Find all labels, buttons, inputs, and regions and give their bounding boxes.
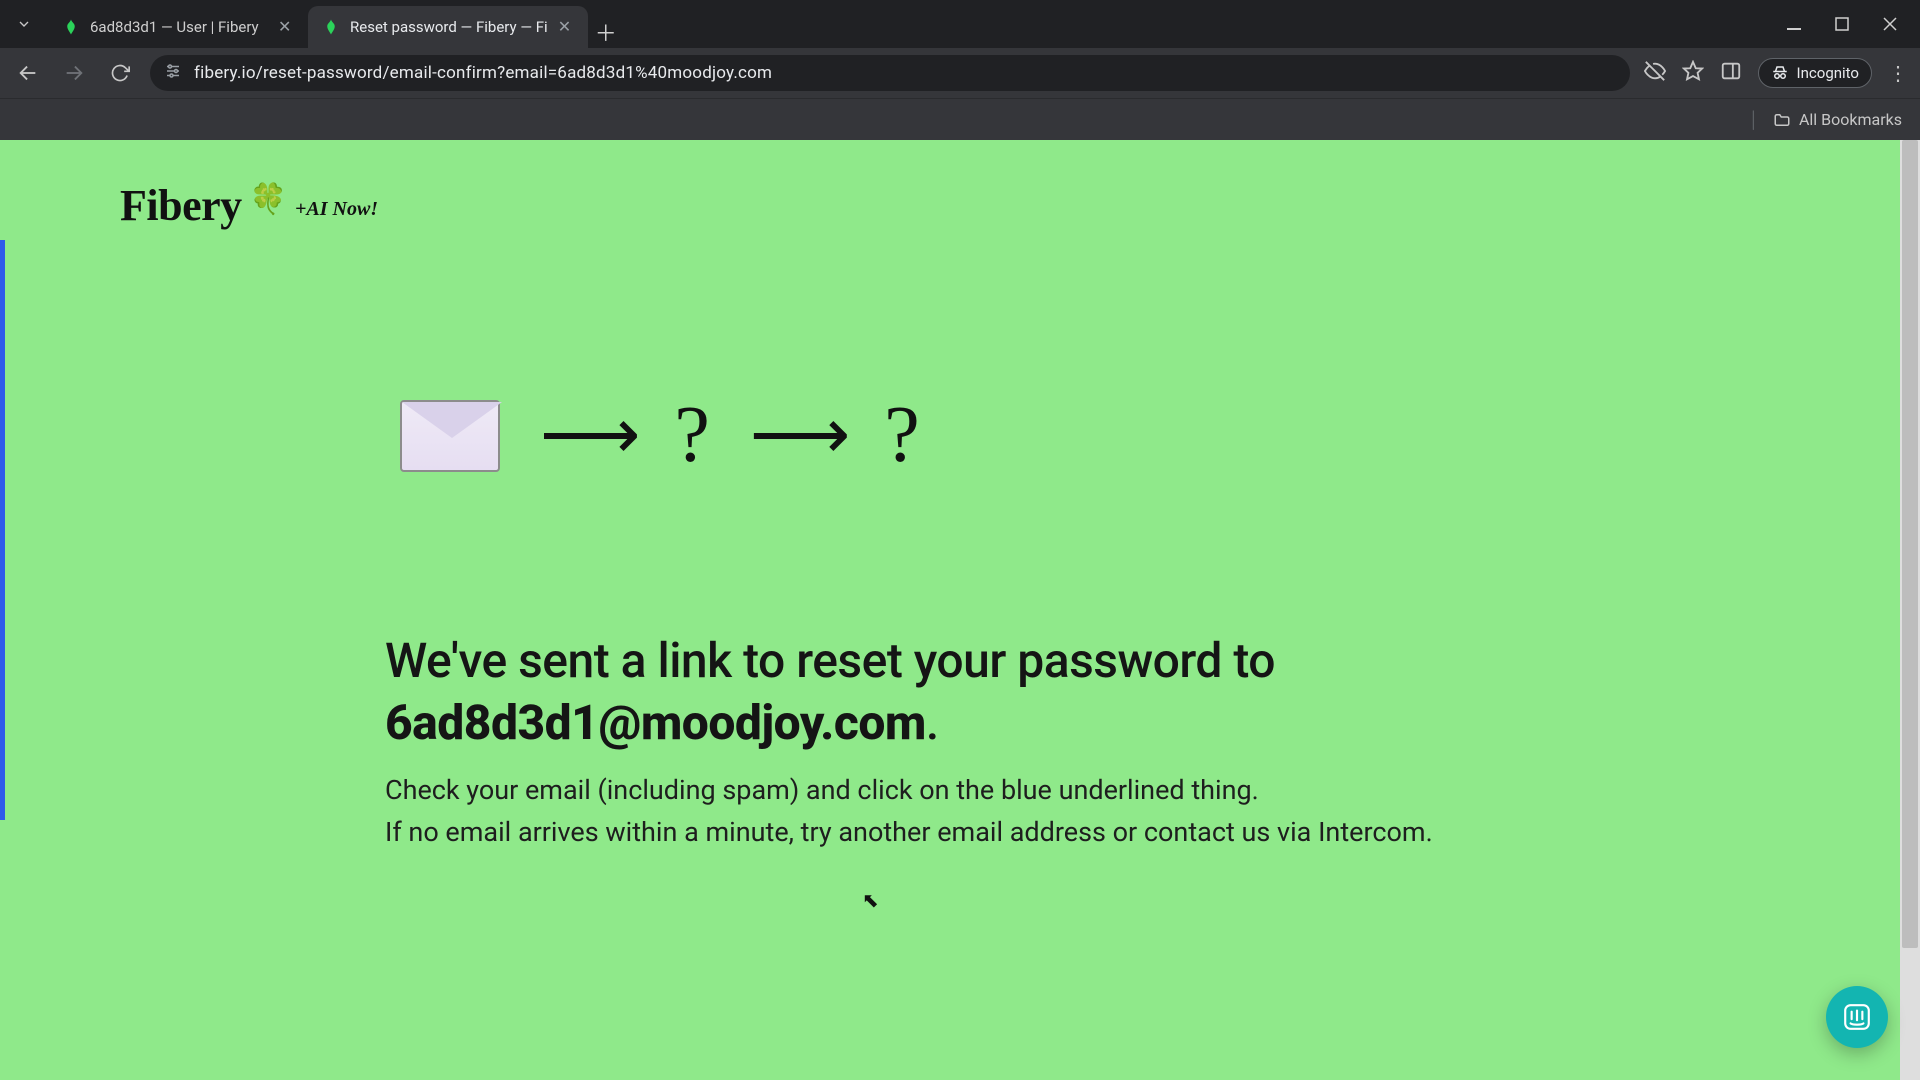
- heading-email: 6ad8d3d1@moodjoy.com: [385, 694, 926, 751]
- all-bookmarks-button[interactable]: All Bookmarks: [1773, 110, 1902, 129]
- instruction-line-2: If no email arrives within a minute, try…: [385, 812, 1720, 854]
- tab-active-reset-password[interactable]: Reset password — Fibery — Fi ✕: [308, 6, 588, 48]
- confirmation-heading: We've sent a link to reset your password…: [385, 630, 1720, 755]
- intercom-icon: [1842, 1002, 1872, 1032]
- tab-close-icon[interactable]: ✕: [278, 19, 294, 35]
- logo-wordmark: Fibery: [120, 180, 242, 231]
- address-bar[interactable]: fibery.io/reset-password/email-confirm?e…: [150, 55, 1630, 91]
- logo-ai-badge: +AI Now!: [295, 198, 378, 221]
- window-controls: [1784, 0, 1920, 48]
- nav-back-button[interactable]: [12, 57, 44, 89]
- toolbar: fibery.io/reset-password/email-confirm?e…: [0, 48, 1920, 98]
- nav-reload-button[interactable]: [104, 57, 136, 89]
- nav-forward-button[interactable]: [58, 57, 90, 89]
- favicon-fibery: [322, 18, 340, 36]
- chrome-menu-icon[interactable]: ⋮: [1888, 61, 1908, 85]
- tab-title: Reset password — Fibery — Fi: [350, 18, 548, 36]
- folder-icon: [1773, 111, 1791, 129]
- left-accent-bar: [0, 240, 5, 820]
- incognito-label: Incognito: [1797, 64, 1859, 82]
- new-tab-button[interactable]: ＋: [588, 16, 624, 48]
- envelope-icon: [400, 400, 500, 472]
- url-text: fibery.io/reset-password/email-confirm?e…: [194, 63, 772, 83]
- heading-prefix: We've sent a link to reset your password…: [385, 632, 1275, 689]
- tab-strip: 6ad8d3d1 — User | Fibery ✕ Reset passwor…: [48, 0, 624, 48]
- favicon-fibery: [62, 18, 80, 36]
- window-close-icon[interactable]: [1880, 14, 1900, 34]
- bookmark-star-icon[interactable]: [1682, 60, 1704, 86]
- tab-title: 6ad8d3d1 — User | Fibery: [90, 18, 268, 36]
- arrow-icon: ⟶: [750, 401, 844, 471]
- question-mark-icon: ?: [884, 390, 920, 481]
- mouse-cursor-icon: ⬉: [862, 888, 879, 912]
- site-logo[interactable]: Fibery 🍀 +AI Now!: [120, 180, 378, 231]
- logo-leaf-icon: 🍀: [250, 182, 287, 217]
- page-viewport: Fibery 🍀 +AI Now! ⟶ ? ⟶ ? We've sent a l…: [0, 140, 1920, 1080]
- instruction-text: Check your email (including spam) and cl…: [385, 770, 1720, 854]
- eye-off-icon[interactable]: [1644, 60, 1666, 86]
- site-settings-icon[interactable]: [164, 62, 182, 84]
- titlebar: 6ad8d3d1 — User | Fibery ✕ Reset passwor…: [0, 0, 1920, 48]
- page-body: Fibery 🍀 +AI Now! ⟶ ? ⟶ ? We've sent a l…: [0, 140, 1920, 1080]
- browser-window: 6ad8d3d1 — User | Fibery ✕ Reset passwor…: [0, 0, 1920, 1080]
- toolbar-right: Incognito ⋮: [1644, 58, 1908, 88]
- all-bookmarks-label: All Bookmarks: [1799, 110, 1902, 129]
- question-mark-icon: ?: [674, 390, 710, 481]
- instruction-line-1: Check your email (including spam) and cl…: [385, 770, 1720, 812]
- bookmarks-bar: │ All Bookmarks: [0, 98, 1920, 140]
- scrollbar-thumb[interactable]: [1902, 140, 1918, 948]
- vertical-scrollbar[interactable]: [1900, 140, 1920, 1080]
- tab-close-icon[interactable]: ✕: [558, 19, 574, 35]
- window-maximize-icon[interactable]: [1832, 14, 1852, 34]
- heading-suffix: .: [926, 694, 939, 751]
- incognito-icon: [1771, 64, 1789, 82]
- intercom-launcher[interactable]: [1826, 986, 1888, 1048]
- hero-illustration: ⟶ ? ⟶ ?: [400, 390, 920, 481]
- arrow-icon: ⟶: [540, 401, 634, 471]
- tab-search-dropdown[interactable]: [0, 0, 48, 48]
- window-minimize-icon[interactable]: [1784, 14, 1804, 34]
- side-panel-icon[interactable]: [1720, 60, 1742, 86]
- bookmarks-separator: │: [1749, 110, 1759, 130]
- incognito-chip[interactable]: Incognito: [1758, 58, 1872, 88]
- tab-inactive-fibery-user[interactable]: 6ad8d3d1 — User | Fibery ✕: [48, 6, 308, 48]
